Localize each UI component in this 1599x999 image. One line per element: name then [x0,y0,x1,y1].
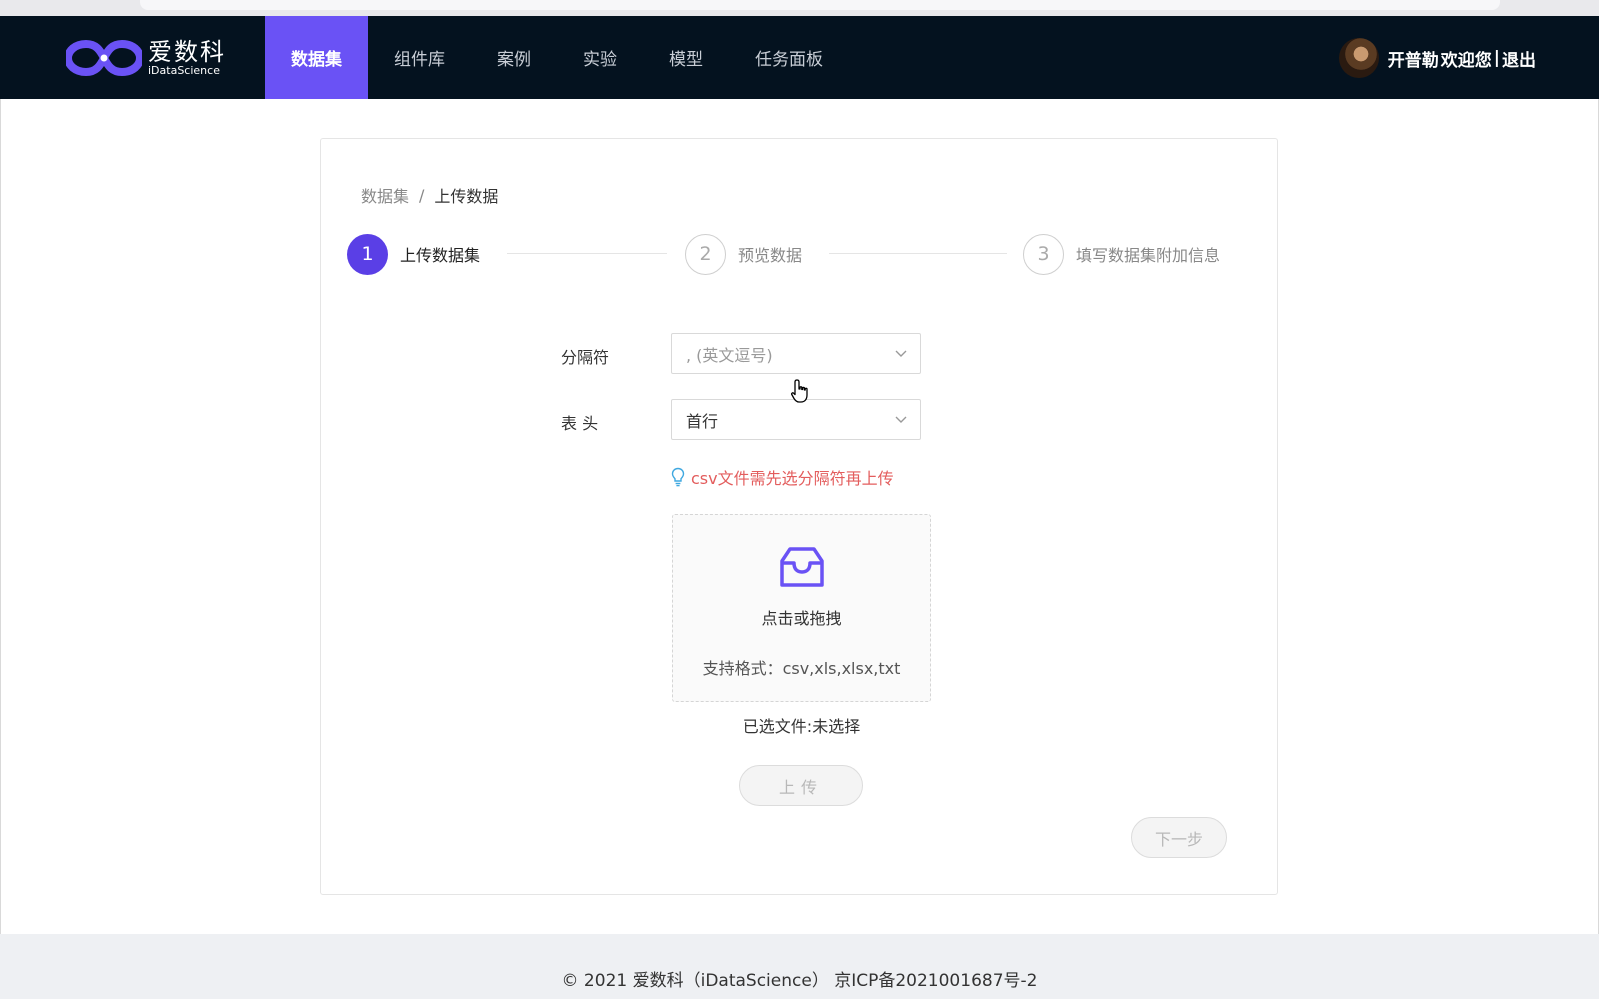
nav-item-datasets[interactable]: 数据集 [265,16,368,99]
nav-item-components[interactable]: 组件库 [368,16,471,99]
nav-item-experiments[interactable]: 实验 [557,16,643,99]
browser-chrome [0,0,1599,16]
header-select[interactable]: 首行 [671,399,921,440]
welcome-text: 欢迎您 [1440,50,1492,71]
file-dropzone[interactable]: 点击或拖拽 支持格式：csv,xls,xlsx,txt [672,514,931,702]
step-number: 3 [1023,233,1064,275]
step-number: 2 [685,233,726,275]
delimiter-label: 分隔符 [561,348,610,367]
nav-item-cases[interactable]: 案例 [471,16,557,99]
tip-text: csv文件需先选分隔符再上传 [691,469,894,488]
top-navigation-bar: 爱数科 iDataScience 数据集 组件库 案例 实验 模型 任务面板 开… [0,16,1599,99]
step-preview-data: 2 预览数据 [685,233,802,275]
step-connector [507,253,667,254]
chevron-down-icon [895,416,907,423]
window-edge-left [0,99,1,934]
brand-name-en: iDataScience [148,64,220,77]
step-fill-info: 3 填写数据集附加信息 [1023,233,1220,275]
nav-item-models[interactable]: 模型 [643,16,729,99]
brand-logo[interactable]: 爱数科 iDataScience [66,36,226,80]
breadcrumb-current: 上传数据 [434,187,499,206]
address-bar[interactable] [140,0,1500,10]
step-connector [829,253,1007,254]
user-divider: | [1493,48,1500,68]
delimiter-select[interactable]: , (英文逗号) [671,333,921,374]
selected-file-status: 已选文件:未选择 [742,717,861,736]
brand-name-cn: 爱数科 [148,38,226,66]
supported-formats: 支持格式：csv,xls,xlsx,txt [702,659,901,678]
step-label: 填写数据集附加信息 [1076,246,1221,265]
step-label: 上传数据集 [400,246,481,265]
step-progress: 1 上传数据集 2 预览数据 3 填写数据集附加信息 [347,233,1257,275]
logout-link[interactable]: 退出 [1502,46,1536,71]
next-step-button[interactable]: 下一步 [1131,817,1227,858]
upload-button[interactable]: 上传 [739,765,863,806]
delimiter-placeholder: , (英文逗号) [686,345,773,365]
copyright-text: © 2021 爱数科（iDataScience） 京ICP备2021001687… [561,971,1038,991]
header-label: 表 头 [561,414,599,433]
step-number: 1 [347,233,388,275]
lightbulb-icon [671,467,685,487]
breadcrumb-datasets[interactable]: 数据集 [361,183,409,207]
nav-item-task-panel[interactable]: 任务面板 [729,16,849,99]
header-value: 首行 [686,411,719,431]
avatar[interactable] [1338,38,1379,78]
inbox-icon [780,547,824,587]
breadcrumb: 数据集 / 上传数据 [361,183,498,207]
page-footer: © 2021 爱数科（iDataScience） 京ICP备2021001687… [0,934,1599,999]
upload-card: 数据集 / 上传数据 1 上传数据集 2 预览数据 3 填写数据集附加信息 分隔… [320,138,1278,895]
step-label: 预览数据 [738,246,803,265]
user-menu: 开普勒 欢迎您 | 退出 [1338,38,1537,78]
pointer-hand-icon [791,379,808,403]
delimiter-tip: csv文件需先选分隔符再上传 [671,465,894,489]
main-nav: 数据集 组件库 案例 实验 模型 任务面板 [265,16,849,99]
chevron-down-icon [895,350,907,357]
username: 开普勒 [1387,50,1439,71]
infinity-logo-icon [66,39,142,77]
dropzone-title: 点击或拖拽 [761,609,842,628]
breadcrumb-separator: / [419,185,425,205]
step-upload-dataset: 1 上传数据集 [347,233,480,275]
